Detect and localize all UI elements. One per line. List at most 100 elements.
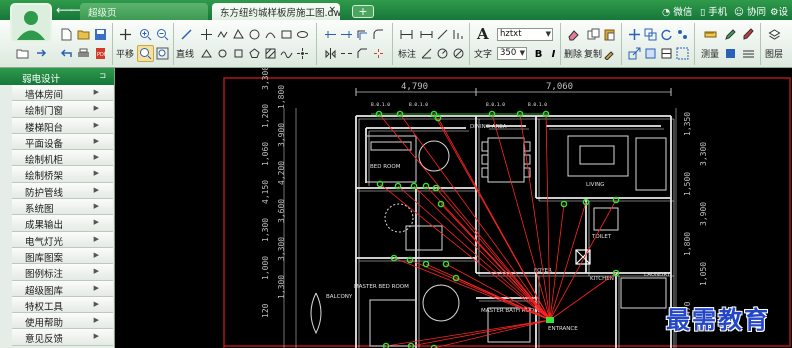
wechat-icon: ◔ <box>662 7 671 18</box>
tab-drawing[interactable]: 东方纽约城样板房施工图.dw... × <box>212 3 340 20</box>
new-file-icon[interactable] <box>58 26 75 43</box>
copy-object-icon[interactable] <box>642 26 659 43</box>
sidebar-item[interactable]: 墙体房间 ▶ <box>12 85 113 102</box>
pin-icon[interactable]: ⊐ <box>99 71 106 80</box>
trim-icon[interactable] <box>322 26 339 43</box>
sidebar-item[interactable]: 图例标注 ▶ <box>12 264 113 281</box>
close-tab-icon[interactable]: × <box>328 5 336 15</box>
sidebar-item[interactable]: 平面设备 ▶ <box>12 133 113 151</box>
eraser-icon[interactable] <box>565 26 582 43</box>
kitchen-counter <box>620 277 667 309</box>
array-icon[interactable] <box>674 26 691 43</box>
sidebar-item[interactable]: 图库图案 ▶ <box>12 247 113 265</box>
sidebar-item[interactable]: 绘制桥架 ▶ <box>12 166 113 183</box>
fillet-icon[interactable] <box>370 26 387 43</box>
match-properties-icon[interactable] <box>601 45 618 62</box>
stretch-icon[interactable] <box>642 45 659 62</box>
radius-dim-icon[interactable] <box>434 45 451 62</box>
brush-icon[interactable] <box>740 26 757 43</box>
linetype-icon[interactable] <box>740 45 757 62</box>
text-size-select[interactable]: 350 ▼ <box>497 47 527 60</box>
wechat-link[interactable]: ◔ 微信 <box>662 4 692 18</box>
spline-icon[interactable] <box>278 45 295 62</box>
hatch-icon[interactable] <box>262 45 279 62</box>
sidebar-item[interactable]: 楼梯阳台 ▶ <box>12 117 113 134</box>
settings-link[interactable]: ⚙设 <box>770 4 788 18</box>
toolbar-separator <box>316 23 317 65</box>
pdf-icon[interactable]: PDF <box>92 45 109 62</box>
cabinet <box>635 137 667 191</box>
dimension-icon[interactable] <box>398 26 415 43</box>
pencil-icon[interactable] <box>722 26 739 43</box>
copy-icon[interactable] <box>585 26 602 43</box>
phone-link[interactable]: ▯ 手机 <box>700 4 727 18</box>
diameter-dim-icon[interactable] <box>450 45 467 62</box>
baseline-dim-icon[interactable] <box>450 26 467 43</box>
square-icon[interactable] <box>230 45 247 62</box>
zoom-window-icon[interactable] <box>137 45 154 62</box>
rectangle-tool-icon[interactable] <box>278 26 295 43</box>
font-select[interactable]: hztxt ▼ <box>497 28 553 41</box>
break-icon[interactable] <box>338 45 355 62</box>
paste-icon[interactable] <box>601 26 618 43</box>
layer-icon[interactable] <box>766 26 783 43</box>
arc-tool-icon[interactable] <box>214 26 231 43</box>
block-icon[interactable] <box>658 45 675 62</box>
circle-tool-icon[interactable] <box>246 26 263 43</box>
text-icon[interactable]: A <box>477 25 489 43</box>
undo-icon[interactable] <box>58 45 75 62</box>
tab-home-label: 超级页 <box>88 8 117 19</box>
zoom-extents-icon[interactable] <box>154 45 171 62</box>
angle-dim-icon[interactable] <box>418 45 435 62</box>
new-tab-button[interactable]: + <box>352 5 374 18</box>
polyline-icon[interactable] <box>198 26 215 43</box>
ellipse-tool-icon[interactable] <box>294 26 311 43</box>
group-icon[interactable] <box>674 45 691 62</box>
extend-icon[interactable] <box>338 26 355 43</box>
save-icon[interactable] <box>92 26 109 43</box>
print-icon[interactable] <box>75 45 92 62</box>
sidebar-item[interactable]: 防护管线 ▶ <box>12 182 113 200</box>
zoom-in-icon[interactable] <box>137 26 154 43</box>
sidebar-item[interactable]: 系统图 ▶ <box>12 199 113 216</box>
text-size-value: 350 <box>500 48 517 58</box>
sidebar-item[interactable]: 电气灯光 ▶ <box>12 231 113 248</box>
sidebar-item[interactable]: 超级图库 ▶ <box>12 280 113 297</box>
linear-dim-icon[interactable] <box>418 26 435 43</box>
move-icon[interactable] <box>626 26 643 43</box>
toolbar-separator <box>760 23 761 65</box>
offset-icon[interactable] <box>354 26 371 43</box>
rotate-icon[interactable] <box>658 26 675 43</box>
point-icon[interactable] <box>294 45 311 62</box>
mirror-icon[interactable] <box>322 45 339 62</box>
sidebar-item[interactable]: 绘制门窗 ▶ <box>12 101 113 118</box>
zoom-out-icon[interactable] <box>154 26 171 43</box>
open-file-icon[interactable] <box>75 26 92 43</box>
scale-icon[interactable] <box>626 45 643 62</box>
shape-tool-icon[interactable] <box>230 26 247 43</box>
measure-icon[interactable] <box>702 26 719 43</box>
toolbar-separator <box>560 23 561 65</box>
explode-icon[interactable] <box>370 45 387 62</box>
curve-tool-icon[interactable] <box>262 26 279 43</box>
user-avatar[interactable] <box>10 3 52 43</box>
collaborate-link[interactable]: ☺ 协同 <box>734 4 766 18</box>
open-folder-icon[interactable] <box>14 45 31 62</box>
circle-small-icon[interactable] <box>214 45 231 62</box>
export-icon[interactable] <box>33 45 50 62</box>
back-icon[interactable]: ⟵ <box>56 3 73 17</box>
pan-icon[interactable] <box>117 26 134 43</box>
triangle-icon[interactable] <box>198 45 215 62</box>
aligned-dim-icon[interactable] <box>434 26 451 43</box>
sidebar-item[interactable]: 绘制机柜 ▶ <box>12 150 113 167</box>
sidebar-item[interactable]: 成果输出 ▶ <box>12 215 113 232</box>
left-dimension-label: 3,300 <box>277 237 286 261</box>
chamfer-icon[interactable] <box>354 45 371 62</box>
pentagon-icon[interactable] <box>246 45 263 62</box>
tab-home[interactable]: 超级页 <box>80 3 208 20</box>
sidebar-item[interactable]: 意见反馈 ▶ <box>12 329 113 346</box>
sidebar-item[interactable]: 使用帮助 ▶ <box>12 313 113 330</box>
sidebar-item[interactable]: 特权工具 ▶ <box>12 296 113 314</box>
color-icon[interactable] <box>722 45 739 62</box>
line-tool-icon[interactable] <box>178 26 195 43</box>
